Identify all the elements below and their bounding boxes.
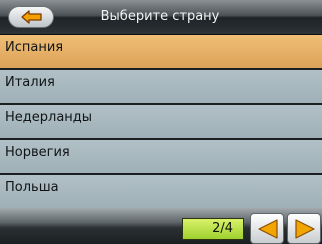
arrow-left-icon — [21, 10, 42, 24]
list-item-label: Норвегия — [5, 145, 70, 160]
pagination-bar: 2/4 — [0, 208, 322, 244]
triangle-right-icon — [295, 219, 315, 239]
list-item-label: Недерланды — [5, 110, 93, 125]
country-list: Испания Италия Недерланды Норвегия Польш… — [0, 35, 322, 208]
list-item-netherlands[interactable]: Недерланды — [0, 105, 322, 138]
title-bar: Выберите страну — [0, 0, 322, 35]
list-item-norway[interactable]: Норвегия — [0, 140, 322, 173]
list-item-poland[interactable]: Польша — [0, 175, 322, 208]
page-title: Выберите страну — [100, 9, 220, 24]
back-button[interactable] — [8, 6, 54, 28]
list-item-label: Испания — [5, 40, 64, 55]
list-item-spain[interactable]: Испания — [0, 35, 322, 68]
list-item-italy[interactable]: Италия — [0, 70, 322, 103]
prev-page-button[interactable] — [250, 213, 284, 244]
triangle-left-icon — [258, 219, 278, 239]
list-item-label: Польша — [5, 180, 59, 195]
next-page-button[interactable] — [287, 213, 321, 244]
page-indicator: 2/4 — [182, 218, 244, 240]
list-item-label: Италия — [5, 75, 55, 90]
